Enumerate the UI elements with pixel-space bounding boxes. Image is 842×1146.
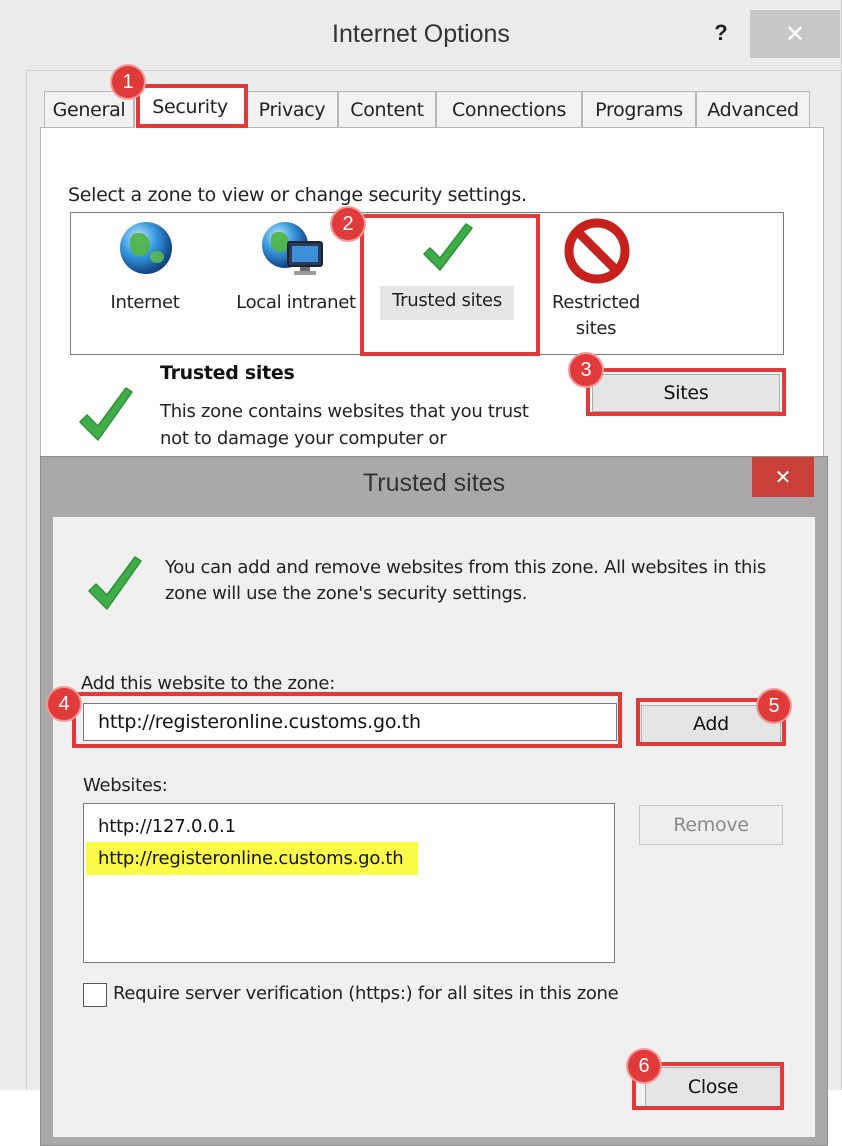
step-2-badge: 2 [332,208,364,240]
step-4-highlight [72,692,622,748]
tab-advanced[interactable]: Advanced [696,91,810,127]
zone-description: This zone contains websites that you tru… [160,401,529,449]
zone-internet[interactable]: Internet [100,222,190,332]
tab-content[interactable]: Content [338,91,436,127]
zone-internet-label: Internet [110,292,180,313]
remove-button[interactable]: Remove [639,805,783,845]
add-website-label: Add this website to the zone: [81,673,335,694]
dialog-intro-text: You can add and remove websites from thi… [165,557,766,604]
tab-connections[interactable]: Connections [436,91,582,127]
step-6-badge: 6 [628,1050,660,1082]
require-https-checkbox[interactable] [83,983,107,1007]
dialog-title: Trusted sites [362,469,506,497]
trusted-sites-dialog: Trusted sites ✕ You can add and remove w… [40,456,828,1146]
step-2-highlight [360,214,540,356]
window-close-button[interactable]: ✕ [750,10,840,58]
zone-restricted-sites[interactable]: Restricted sites [540,216,652,346]
zone-restricted-label-line2: sites [575,318,617,339]
zone-restricted-label-line1: Restricted [551,292,641,313]
list-item[interactable]: http://127.0.0.1 [94,814,240,839]
zone-local-intranet-label: Local intranet [236,292,356,313]
step-3-highlight [586,368,786,416]
websites-label: Websites: [83,775,168,796]
step-4-badge: 4 [48,688,80,720]
dialog-close-icon[interactable]: ✕ [752,457,814,497]
checkmark-icon [79,387,133,441]
zone-prompt: Select a zone to view or change security… [68,184,527,206]
help-button[interactable]: ? [706,20,736,46]
globe-icon [120,222,172,274]
require-https-label: Require server verification (https:) for… [113,983,619,1004]
tab-programs[interactable]: Programs [582,91,696,127]
websites-list[interactable]: http://127.0.0.1 http://registeronline.c… [83,803,615,963]
no-entry-icon [564,218,630,284]
step-3-badge: 3 [570,354,602,386]
checkmark-icon [88,556,142,610]
list-item[interactable]: http://registeronline.customs.go.th [86,842,418,875]
zone-heading: Trusted sites [160,362,295,384]
globe-computer-icon [262,222,326,278]
tab-privacy[interactable]: Privacy [246,91,338,127]
step-1-highlight [136,84,248,128]
dialog-body: You can add and remove websites from thi… [53,517,815,1137]
step-5-badge: 5 [758,690,790,722]
step-1-badge: 1 [112,66,144,98]
